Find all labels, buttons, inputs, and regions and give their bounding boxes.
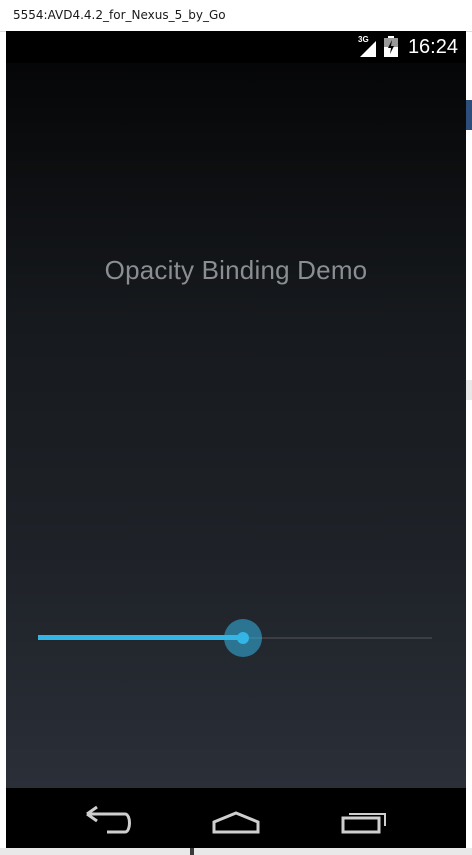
desktop-mark bbox=[190, 848, 194, 855]
slider-thumb[interactable] bbox=[237, 632, 249, 644]
page-title: Opacity Binding Demo bbox=[104, 255, 368, 285]
window-titlebar[interactable]: 5554:AVD4.4.2_for_Nexus_5_by_Go bbox=[0, 0, 472, 32]
emulator-window: 5554:AVD4.4.2_for_Nexus_5_by_Go 3G 16:24… bbox=[0, 0, 472, 855]
home-button[interactable] bbox=[206, 800, 266, 840]
back-icon bbox=[86, 805, 131, 834]
navigation-bar bbox=[6, 788, 466, 848]
back-button[interactable] bbox=[77, 800, 137, 840]
desktop-background-strip bbox=[466, 100, 472, 130]
status-bar: 3G 16:24 bbox=[6, 31, 466, 63]
desktop-taskbar-strip bbox=[0, 848, 472, 855]
desktop-background-strip bbox=[466, 380, 472, 400]
recent-apps-icon bbox=[341, 813, 386, 834]
opacity-slider[interactable] bbox=[38, 618, 432, 658]
battery-icon bbox=[384, 36, 398, 57]
app-content: Opacity Binding Demo bbox=[6, 63, 466, 788]
signal-icon bbox=[360, 41, 376, 57]
status-clock: 16:24 bbox=[407, 36, 458, 58]
recent-apps-button[interactable] bbox=[335, 800, 395, 840]
window-title: 5554:AVD4.4.2_for_Nexus_5_by_Go bbox=[13, 8, 226, 22]
device-screen: 3G 16:24 Opacity Binding Demo bbox=[6, 31, 466, 848]
slider-fill bbox=[38, 635, 243, 640]
home-icon bbox=[212, 811, 260, 834]
